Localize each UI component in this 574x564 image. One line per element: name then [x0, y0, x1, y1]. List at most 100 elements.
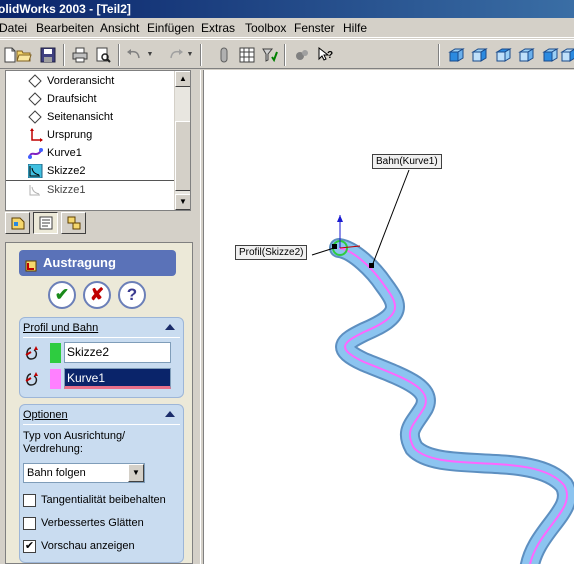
- path-curve-line: [338, 247, 568, 564]
- print-icon[interactable]: [70, 45, 90, 65]
- checkbox-label: Verbessertes Glätten: [41, 517, 144, 529]
- tree-item-label: Vorderansicht: [47, 75, 115, 87]
- toolbar-separator: [284, 44, 286, 66]
- tangent-checkbox[interactable]: [23, 494, 36, 507]
- view-left-icon[interactable]: [493, 45, 513, 65]
- filter-icon[interactable]: [260, 45, 280, 65]
- rebuild-icon[interactable]: [292, 45, 312, 65]
- menu-extras[interactable]: Extras: [201, 21, 235, 35]
- property-manager-header: Austragung: [19, 250, 176, 276]
- collapse-arrow-icon[interactable]: [165, 411, 175, 417]
- tree-item-draufsicht[interactable]: Draufsicht: [6, 90, 176, 108]
- whats-this-icon[interactable]: ?: [316, 45, 336, 65]
- axis-y-arrow-icon: [337, 215, 343, 222]
- window-title: olidWorks 2003 - [Teil2]: [0, 2, 131, 16]
- scroll-thumb[interactable]: [175, 121, 190, 191]
- preview-checkbox[interactable]: ✔: [23, 540, 36, 553]
- profile-leader-marker: [332, 244, 337, 249]
- profile-and-path-group: Profil und Bahn Skizze2 Kurve1: [19, 317, 184, 398]
- tree-scrollbar[interactable]: ▲ ▼: [174, 71, 190, 210]
- menu-einfuegen[interactable]: Einfügen: [147, 21, 194, 35]
- menu-hilfe[interactable]: Hilfe: [343, 21, 367, 35]
- print-preview-icon[interactable]: [93, 45, 113, 65]
- scroll-down-icon[interactable]: ▼: [175, 194, 190, 210]
- save-icon[interactable]: [38, 45, 58, 65]
- path-callout[interactable]: Bahn(Kurve1): [372, 154, 442, 169]
- menu-datei[interactable]: Datei: [0, 21, 27, 35]
- configuration-manager-icon: [67, 216, 80, 230]
- view-back-icon[interactable]: [469, 45, 489, 65]
- tree-item-vorderansicht[interactable]: Vorderansicht: [6, 72, 176, 90]
- group-title[interactable]: Optionen: [23, 409, 68, 421]
- tab-configuration-manager[interactable]: [61, 212, 86, 234]
- checkbox-label: Tangentialität beibehalten: [41, 494, 166, 506]
- plane-icon: [28, 74, 43, 88]
- group-divider: [23, 337, 180, 338]
- collapse-arrow-icon[interactable]: [165, 324, 175, 330]
- menu-toolbox[interactable]: Toolbox: [245, 21, 286, 35]
- menu-bearbeiten[interactable]: Bearbeiten: [36, 21, 94, 35]
- path-field[interactable]: Kurve1: [64, 368, 171, 389]
- sweep-preview: [311, 169, 574, 564]
- property-manager: Austragung ✔ ✘ ? Profil und Bahn Skizze2…: [5, 242, 193, 564]
- view-bottom-icon[interactable]: [558, 45, 574, 65]
- graphics-area[interactable]: Profil(Skizze2) Bahn(Kurve1): [204, 70, 574, 564]
- tree-item-kurve1[interactable]: Kurve1: [6, 144, 176, 162]
- group-divider: [23, 424, 180, 425]
- path-leader-marker: [369, 263, 374, 268]
- view-front-icon[interactable]: [446, 45, 466, 65]
- property-manager-title: Austragung: [43, 255, 116, 270]
- group-title[interactable]: Profil und Bahn: [23, 322, 98, 334]
- profile-callout[interactable]: Profil(Skizze2): [235, 245, 308, 260]
- open-folder-icon[interactable]: [14, 45, 34, 65]
- sketch-icon-dimmed: [28, 183, 43, 197]
- standard-toolbar: ▼ ▼ ?: [0, 39, 574, 69]
- tab-property-manager[interactable]: [33, 212, 58, 234]
- chevron-down-icon[interactable]: ▼: [128, 464, 144, 482]
- orientation-value: Bahn folgen: [27, 467, 86, 479]
- path-leader-line: [371, 169, 410, 267]
- toolbar-separator: [63, 44, 65, 66]
- svg-text:?: ?: [327, 50, 333, 61]
- ok-button[interactable]: ✔: [48, 281, 76, 309]
- grid-icon[interactable]: [237, 45, 257, 65]
- smoothing-checkbox[interactable]: [23, 517, 36, 530]
- tree-item-label: Ursprung: [47, 129, 93, 141]
- menu-ansicht[interactable]: Ansicht: [100, 21, 139, 35]
- redo-icon[interactable]: [166, 45, 186, 65]
- pointer-icon[interactable]: [214, 45, 234, 65]
- checkbox-label: Vorschau anzeigen: [41, 540, 135, 552]
- orientation-dropdown[interactable]: Bahn folgen ▼: [23, 463, 145, 483]
- tree-item-label: Kurve1: [47, 147, 82, 159]
- sketch-icon: [27, 163, 43, 179]
- redo-dropdown-icon[interactable]: ▼: [186, 45, 194, 65]
- tab-feature-manager[interactable]: [5, 212, 30, 234]
- tree-item-seitenansicht[interactable]: Seitenansicht: [6, 108, 176, 126]
- profile-selector-icon: [23, 344, 43, 362]
- options-group: Optionen Typ von Ausrichtung/ Verdrehung…: [19, 404, 184, 563]
- scroll-up-icon[interactable]: ▲: [175, 71, 190, 87]
- feature-tree: Vorderansicht Draufsicht Seitenansicht U…: [5, 70, 191, 211]
- menu-fenster[interactable]: Fenster: [294, 21, 335, 35]
- undo-dropdown-icon[interactable]: ▼: [146, 45, 154, 65]
- orientation-label-line1: Typ von Ausrichtung/: [23, 430, 126, 442]
- tree-item-ursprung[interactable]: Ursprung: [6, 126, 176, 144]
- sweep-body: [331, 240, 574, 564]
- toolbar-separator: [118, 44, 120, 66]
- view-right-icon[interactable]: [516, 45, 536, 65]
- undo-icon[interactable]: [124, 45, 144, 65]
- tree-item-skizze1[interactable]: Skizze1: [6, 180, 176, 198]
- feature-manager-icon: [11, 217, 24, 230]
- view-top-icon[interactable]: [540, 45, 560, 65]
- toolbar-separator: [438, 44, 440, 66]
- help-button[interactable]: ?: [118, 281, 146, 309]
- curve-icon: [28, 146, 43, 160]
- profile-field[interactable]: Skizze2: [64, 342, 171, 363]
- tree-item-skizze2[interactable]: Skizze2: [6, 162, 176, 180]
- orientation-label-line2: Verdrehung:: [23, 443, 83, 455]
- tree-item-label: Seitenansicht: [47, 111, 114, 123]
- cancel-button[interactable]: ✘: [83, 281, 111, 309]
- plane-icon: [28, 110, 43, 124]
- path-selection-row: Kurve1: [23, 368, 178, 390]
- toolbar-separator: [200, 44, 202, 66]
